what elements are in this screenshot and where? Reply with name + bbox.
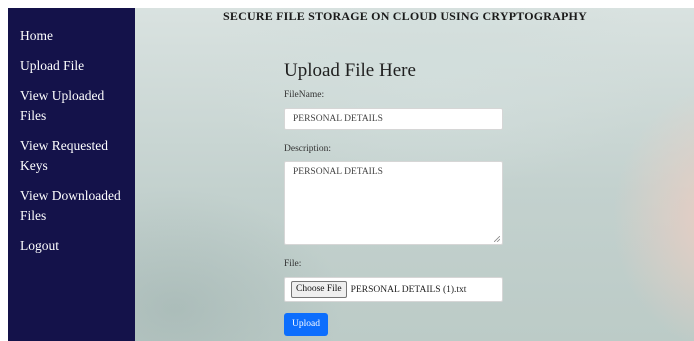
choose-file-button[interactable]: Choose File (291, 281, 347, 298)
filename-label: FileName: (284, 90, 325, 100)
file-label: File: (284, 259, 302, 269)
file-input[interactable]: Choose File PERSONAL DETAILS (1).txt (284, 277, 503, 302)
chosen-file-name: PERSONAL DETAILS (1).txt (350, 284, 467, 295)
description-textarea[interactable]: PERSONAL DETAILS (284, 161, 503, 245)
upload-button[interactable]: Upload (284, 313, 328, 336)
sidebar-item-view-downloaded-files[interactable]: View Downloaded Files (8, 186, 135, 226)
main-content: SECURE FILE STORAGE ON CLOUD USING CRYPT… (135, 8, 694, 341)
sidebar-item-logout[interactable]: Logout (8, 236, 135, 256)
page-title: SECURE FILE STORAGE ON CLOUD USING CRYPT… (223, 9, 587, 23)
form-heading: Upload File Here (284, 60, 416, 81)
sidebar-nav: Home Upload File View Uploaded Files Vie… (8, 8, 135, 341)
description-label: Description: (284, 144, 331, 154)
sidebar-item-view-requested-keys[interactable]: View Requested Keys (8, 136, 135, 176)
sidebar-item-upload-file[interactable]: Upload File (8, 56, 135, 76)
description-text: PERSONAL DETAILS (293, 167, 383, 177)
filename-input[interactable]: PERSONAL DETAILS (284, 108, 503, 130)
sidebar-item-home[interactable]: Home (8, 26, 135, 46)
sidebar-item-view-uploaded-files[interactable]: View Uploaded Files (8, 86, 135, 126)
resize-grip-icon[interactable] (494, 236, 500, 242)
app-page: Home Upload File View Uploaded Files Vie… (0, 0, 694, 341)
